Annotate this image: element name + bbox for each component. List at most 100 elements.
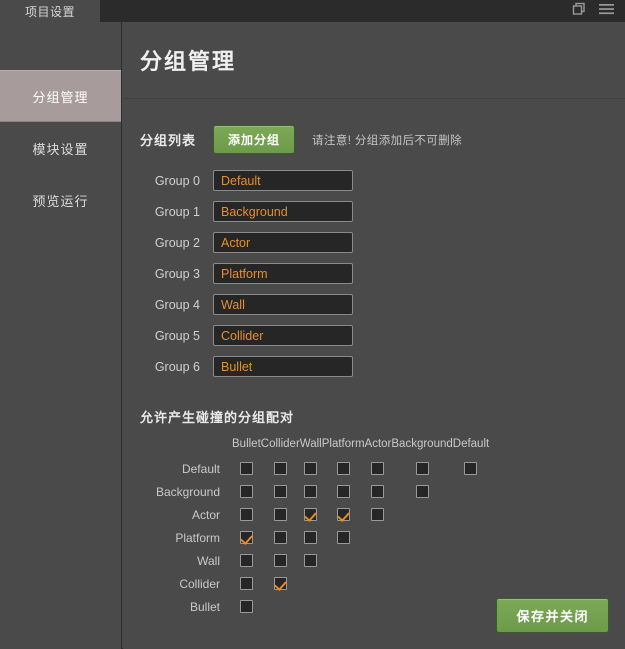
- group-name-input[interactable]: [213, 263, 353, 284]
- matrix-cell[interactable]: [232, 549, 261, 572]
- matrix-cell: [391, 549, 452, 572]
- matrix-cell[interactable]: [261, 457, 300, 480]
- page-title: 分组管理: [140, 49, 237, 74]
- matrix-cell[interactable]: [322, 526, 365, 549]
- group-row-label: Group 6: [154, 359, 200, 374]
- matrix-cell[interactable]: [365, 503, 392, 526]
- group-name-input[interactable]: [213, 294, 353, 315]
- matrix-cell[interactable]: [365, 480, 392, 503]
- matrix-cell[interactable]: [232, 572, 261, 595]
- collision-checkbox[interactable]: [336, 461, 350, 475]
- matrix-cell[interactable]: [261, 526, 300, 549]
- tab-project-settings[interactable]: 项目设置: [0, 0, 100, 22]
- group-list-label: 分组列表: [140, 133, 197, 148]
- collision-checkbox[interactable]: [371, 507, 385, 521]
- matrix-cell[interactable]: [232, 526, 261, 549]
- matrix-cell[interactable]: [322, 480, 365, 503]
- matrix-cell[interactable]: [300, 480, 322, 503]
- collision-matrix: Bullet Collider Wall Platform Actor Back…: [140, 438, 489, 618]
- collision-checkbox[interactable]: [273, 461, 287, 475]
- matrix-cell[interactable]: [391, 457, 452, 480]
- matrix-row-header: Collider: [179, 576, 220, 591]
- collision-checkbox[interactable]: [273, 484, 287, 498]
- collision-checkbox[interactable]: [304, 484, 318, 498]
- collision-checkbox[interactable]: [239, 484, 253, 498]
- collision-checkbox[interactable]: [239, 461, 253, 475]
- collision-matrix-title: 允许产生碰撞的分组配对: [140, 410, 295, 425]
- collision-checkbox[interactable]: [371, 461, 385, 475]
- matrix-column-header: Actor: [364, 438, 392, 450]
- group-list-note: 请注意! 分组添加后不可删除: [312, 134, 463, 147]
- matrix-cell: [391, 503, 452, 526]
- save-and-close-button[interactable]: 保存并关闭: [496, 598, 609, 633]
- matrix-column-header: Collider: [260, 438, 300, 450]
- group-row-label: Group 4: [154, 297, 200, 312]
- collision-checkbox[interactable]: [415, 461, 429, 475]
- matrix-cell: [365, 526, 392, 549]
- collision-checkbox[interactable]: [273, 553, 287, 567]
- matrix-cell: [453, 503, 489, 526]
- group-name-input[interactable]: [213, 356, 353, 377]
- matrix-cell[interactable]: [300, 526, 322, 549]
- collision-checkbox[interactable]: [239, 507, 253, 521]
- collision-checkbox[interactable]: [304, 530, 318, 544]
- collision-checkbox[interactable]: [464, 461, 478, 475]
- matrix-cell[interactable]: [300, 457, 322, 480]
- sidebar-item-preview-run[interactable]: 预览运行: [0, 174, 121, 226]
- duplicate-windows-icon[interactable]: [572, 2, 586, 21]
- matrix-column-header: Default: [452, 438, 490, 450]
- collision-checkbox[interactable]: [304, 507, 318, 521]
- matrix-row-header: Background: [155, 484, 220, 499]
- collision-checkbox[interactable]: [239, 530, 253, 544]
- matrix-header-row: Bullet Collider Wall Platform Actor Back…: [140, 438, 489, 457]
- matrix-cell[interactable]: [322, 503, 365, 526]
- group-name-input[interactable]: [213, 325, 353, 346]
- collision-checkbox[interactable]: [336, 484, 350, 498]
- matrix-column-header: Platform: [321, 438, 365, 450]
- collision-checkbox[interactable]: [239, 553, 253, 567]
- collision-checkbox[interactable]: [371, 484, 385, 498]
- collision-checkbox[interactable]: [415, 484, 429, 498]
- matrix-cell[interactable]: [232, 503, 261, 526]
- matrix-cell: [322, 549, 365, 572]
- collision-checkbox[interactable]: [304, 553, 318, 567]
- add-group-button[interactable]: 添加分组: [213, 125, 296, 154]
- matrix-cell[interactable]: [322, 457, 365, 480]
- matrix-corner: [140, 438, 232, 457]
- title-bar: 项目设置: [0, 0, 625, 22]
- collision-checkbox[interactable]: [273, 530, 287, 544]
- group-name-input[interactable]: [213, 201, 353, 222]
- matrix-cell[interactable]: [453, 457, 489, 480]
- matrix-cell[interactable]: [300, 549, 322, 572]
- collision-checkbox[interactable]: [273, 507, 287, 521]
- sidebar-item-group-management[interactable]: 分组管理: [0, 70, 121, 122]
- matrix-cell[interactable]: [261, 480, 300, 503]
- group-row: Group 0: [140, 170, 625, 191]
- collision-checkbox[interactable]: [239, 576, 253, 590]
- matrix-cell[interactable]: [300, 503, 322, 526]
- collision-checkbox[interactable]: [336, 507, 350, 521]
- group-row: Group 2: [140, 232, 625, 253]
- group-name-input[interactable]: [213, 170, 353, 191]
- matrix-column-header: Background: [391, 438, 453, 450]
- matrix-cell[interactable]: [232, 480, 261, 503]
- matrix-cell[interactable]: [261, 549, 300, 572]
- group-row: Group 1: [140, 201, 625, 222]
- matrix-row-header: Wall: [197, 553, 220, 568]
- matrix-cell[interactable]: [261, 503, 300, 526]
- matrix-cell[interactable]: [391, 480, 452, 503]
- group-row-label: Group 5: [154, 328, 200, 343]
- matrix-cell[interactable]: [261, 572, 300, 595]
- matrix-cell[interactable]: [232, 457, 261, 480]
- footer: 保存并关闭: [123, 598, 625, 649]
- matrix-cell: [322, 572, 365, 595]
- group-name-input[interactable]: [213, 232, 353, 253]
- hamburger-menu-icon[interactable]: [599, 2, 614, 20]
- matrix-cell: [391, 526, 452, 549]
- collision-checkbox[interactable]: [336, 530, 350, 544]
- collision-checkbox[interactable]: [273, 576, 287, 590]
- matrix-cell: [453, 480, 489, 503]
- collision-checkbox[interactable]: [304, 461, 318, 475]
- matrix-cell[interactable]: [365, 457, 392, 480]
- sidebar-item-module-settings[interactable]: 模块设置: [0, 122, 121, 174]
